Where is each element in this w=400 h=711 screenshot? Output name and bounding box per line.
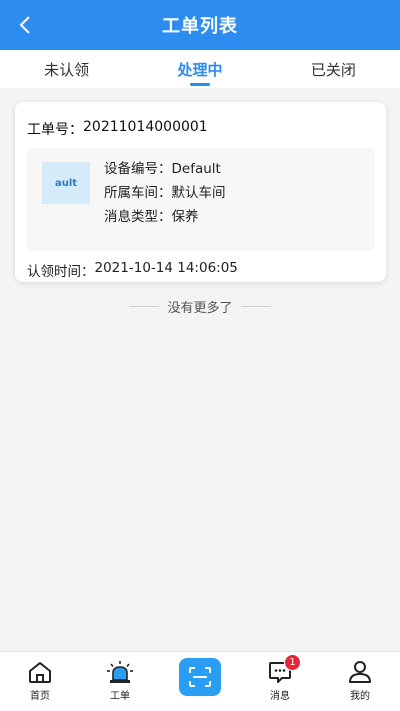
status-tabs: 未认领 处理中 已关闭 (0, 50, 400, 88)
tab-closed[interactable]: 已关闭 (267, 50, 400, 88)
workshop-value: 默认车间 (171, 185, 226, 201)
device-info-list: 设备编号： Default 所属车间： 默认车间 消息类型： 保养 (104, 160, 226, 226)
device-thumbnail-text: ault (54, 177, 78, 189)
list-end-text: 没有更多了 (167, 300, 233, 316)
bottom-tabbar: 首页 工单 1 消息 我的 (0, 651, 400, 711)
home-icon (29, 662, 51, 683)
header-bar: 工单列表 (0, 0, 400, 50)
claim-time-value: 2021-10-14 14:06:05 (94, 260, 238, 276)
tabbar-label-workorder: 工单 (110, 691, 130, 702)
message-type-label: 消息类型： (104, 209, 172, 225)
device-info-panel: ault 设备编号： Default 所属车间： 默认车间 消息类型： 保养 (27, 148, 375, 251)
work-order-card[interactable]: 工单号： 20211014000001 ault 设备编号： Default 所… (15, 102, 386, 282)
tab-processing[interactable]: 处理中 (133, 50, 266, 88)
back-button[interactable] (10, 10, 40, 40)
user-icon (349, 661, 371, 683)
scan-icon (189, 667, 211, 687)
device-thumbnail: ault (42, 162, 90, 204)
tab-unclaimed-label: 未认领 (44, 60, 90, 79)
claim-time-label: 认领时间： (27, 264, 95, 280)
tabbar-label-message: 消息 (270, 691, 290, 702)
order-number-value: 20211014000001 (83, 119, 208, 135)
tabbar-item-workorder[interactable]: 工单 (80, 652, 160, 711)
message-type-row: 消息类型： 保养 (104, 208, 226, 226)
tabbar-item-home[interactable]: 首页 (0, 652, 80, 711)
tabbar-item-mine[interactable]: 我的 (320, 652, 400, 711)
tabbar-label-home: 首页 (30, 691, 50, 702)
order-number-label: 工单号： (27, 122, 83, 138)
tabbar-item-scan[interactable] (160, 652, 240, 711)
device-number-label: 设备编号： (104, 161, 172, 177)
device-number-value: Default (171, 161, 221, 177)
chevron-left-icon (19, 16, 30, 34)
order-number-row: 工单号： 20211014000001 (27, 119, 208, 139)
scan-button[interactable] (179, 658, 221, 696)
claim-time-row: 认领时间： 2021-10-14 14:06:05 (27, 260, 238, 280)
workshop-row: 所属车间： 默认车间 (104, 184, 226, 202)
alarm-light-icon (107, 661, 133, 683)
divider-line-right (240, 305, 271, 307)
divider-line-left (129, 305, 160, 307)
list-end-indicator: 没有更多了 (0, 296, 400, 316)
page-title: 工单列表 (162, 16, 238, 37)
message-badge: 1 (284, 654, 301, 671)
device-number-row: 设备编号： Default (104, 160, 226, 178)
app: 工单列表 未认领 处理中 已关闭 工单号： 20211014000001 aul… (0, 0, 400, 711)
tab-processing-label: 处理中 (177, 60, 223, 79)
tab-unclaimed[interactable]: 未认领 (0, 50, 133, 88)
tabbar-item-message[interactable]: 1 消息 (240, 652, 320, 711)
tab-closed-label: 已关闭 (310, 60, 356, 79)
workshop-label: 所属车间： (104, 185, 172, 201)
tabbar-label-mine: 我的 (350, 691, 370, 702)
tab-active-indicator (189, 83, 210, 86)
message-type-value: 保养 (171, 209, 199, 225)
